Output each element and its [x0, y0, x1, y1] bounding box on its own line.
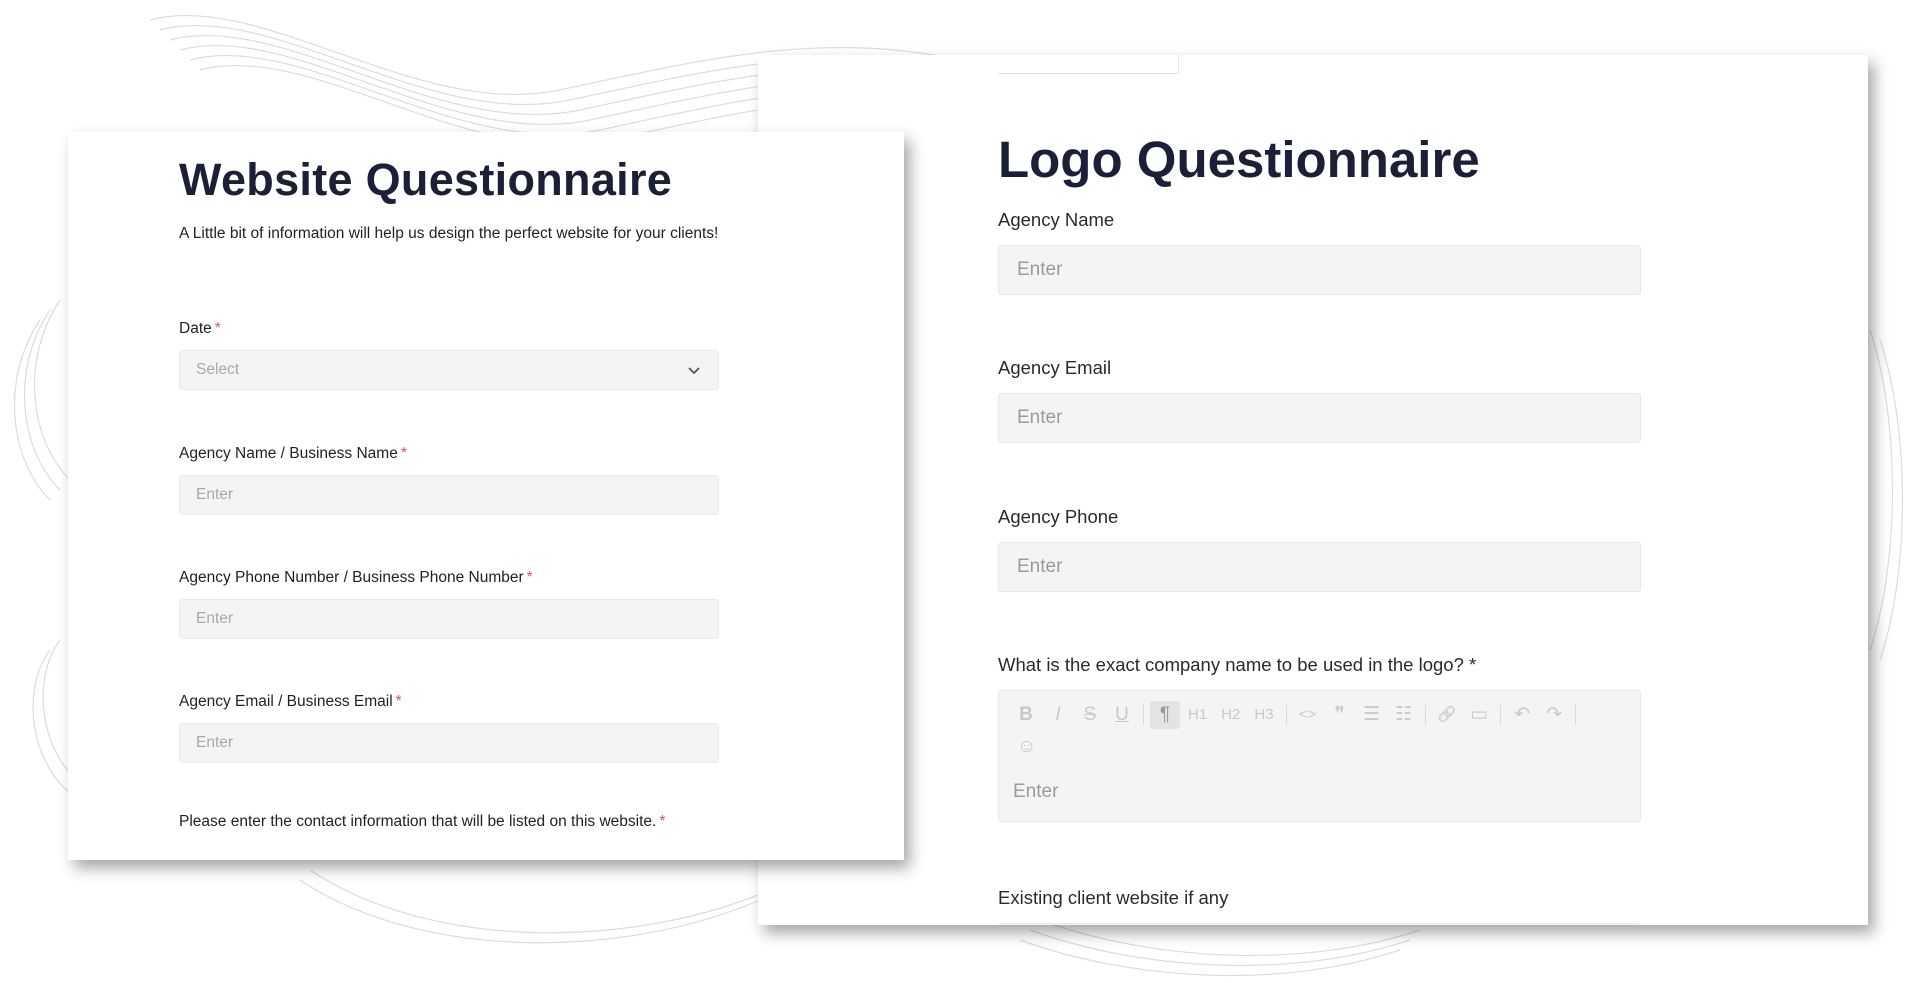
website-questionnaire-card: Website Questionnaire A Little bit of in…	[68, 132, 904, 860]
agency-phone-input[interactable]: Enter	[998, 542, 1641, 592]
field-label: Agency Name / Business Name *	[179, 445, 407, 462]
field-label: What is the exact company name to be use…	[998, 654, 1477, 675]
link-button[interactable]: 🔗	[1432, 701, 1463, 729]
ordered-list-button[interactable]: ☷	[1389, 701, 1419, 729]
agency-name-input[interactable]: Enter	[179, 475, 719, 515]
agency-email-input[interactable]: Enter	[179, 723, 719, 763]
italic-button[interactable]: I	[1043, 701, 1073, 729]
toolbar-divider	[1143, 705, 1144, 725]
input-placeholder: Enter	[196, 610, 234, 627]
input-placeholder: Enter	[196, 734, 234, 751]
bullet-list-button[interactable]: ☰	[1357, 701, 1387, 729]
toolbar-divider	[1575, 705, 1577, 725]
page-title: Logo Questionnaire	[998, 131, 1480, 188]
agency-phone-field: Agency Phone Enter	[998, 504, 1641, 592]
toolbar-divider	[1424, 705, 1426, 725]
tab-stub	[998, 55, 1179, 74]
agency-name-field: Agency Name / Business Name * Enter	[179, 442, 719, 515]
embed-button[interactable]: ▭	[1464, 701, 1494, 729]
agency-phone-input[interactable]: Enter	[179, 599, 719, 639]
required-marker: *	[395, 693, 402, 710]
input-placeholder: Enter	[1017, 259, 1063, 280]
agency-name-field: Agency Name Enter	[998, 207, 1641, 295]
chevron-down-icon	[688, 367, 700, 375]
form-description: A Little bit of information will help us…	[179, 225, 719, 242]
existing-website-field: Existing client website if any	[998, 885, 1641, 925]
field-label: Agency Name	[998, 209, 1115, 230]
required-marker: *	[214, 320, 221, 337]
input-placeholder: Enter	[196, 486, 234, 503]
input-placeholder: Enter	[1017, 556, 1063, 577]
field-label: Agency Email	[998, 357, 1112, 378]
agency-name-input[interactable]: Enter	[998, 245, 1641, 295]
agency-email-field: Agency Email Enter	[998, 355, 1641, 443]
undo-button[interactable]: ↶	[1507, 701, 1537, 729]
field-label: Agency Phone	[998, 506, 1119, 527]
toolbar-divider	[1285, 705, 1287, 725]
quote-button[interactable]: ❞	[1325, 701, 1355, 729]
logo-questionnaire-card: Logo Questionnaire Agency Name Enter Age…	[758, 55, 1868, 925]
rich-text-editor[interactable]: B I S U ¶ H1 H2 H3 <> ❞ ☰ ☷ 🔗 ▭ ↶ ↷ ☺ En…	[998, 690, 1641, 822]
field-label: Agency Email / Business Email *	[179, 693, 402, 710]
field-label: Existing client website if any	[998, 887, 1229, 908]
paragraph-button[interactable]: ¶	[1150, 701, 1180, 729]
strikethrough-button[interactable]: S	[1075, 701, 1105, 729]
input-placeholder: Enter	[1017, 407, 1063, 428]
emoji-button[interactable]: ☺	[1011, 733, 1042, 761]
agency-email-input[interactable]: Enter	[998, 393, 1641, 443]
field-label: Date *	[179, 320, 221, 337]
underline-button[interactable]: U	[1107, 701, 1137, 729]
toolbar-divider	[1500, 705, 1502, 725]
agency-email-field: Agency Email / Business Email * Enter	[179, 690, 719, 763]
required-marker: *	[659, 813, 666, 830]
editor-toolbar: B I S U ¶ H1 H2 H3 <> ❞ ☰ ☷ 🔗 ▭ ↶ ↷ ☺	[1011, 701, 1611, 761]
code-button[interactable]: <>	[1293, 701, 1323, 729]
date-field: Date * Select	[179, 317, 719, 390]
field-label: Agency Phone Number / Business Phone Num…	[179, 569, 533, 586]
contact-info-field: Please enter the contact information tha…	[179, 810, 699, 833]
select-placeholder: Select	[196, 361, 240, 378]
required-marker: *	[400, 445, 407, 462]
required-marker: *	[526, 569, 533, 586]
page-title: Website Questionnaire	[179, 154, 673, 205]
heading1-button[interactable]: H1	[1182, 701, 1213, 729]
date-select[interactable]: Select	[179, 350, 719, 390]
existing-website-input[interactable]	[998, 923, 1641, 925]
agency-phone-field: Agency Phone Number / Business Phone Num…	[179, 566, 719, 639]
heading2-button[interactable]: H2	[1215, 701, 1246, 729]
field-label: Please enter the contact information tha…	[179, 813, 666, 830]
bold-button[interactable]: B	[1011, 701, 1041, 729]
heading3-button[interactable]: H3	[1248, 701, 1279, 729]
company-name-field: What is the exact company name to be use…	[998, 652, 1641, 822]
redo-button[interactable]: ↷	[1539, 701, 1569, 729]
editor-placeholder: Enter	[1013, 781, 1059, 802]
